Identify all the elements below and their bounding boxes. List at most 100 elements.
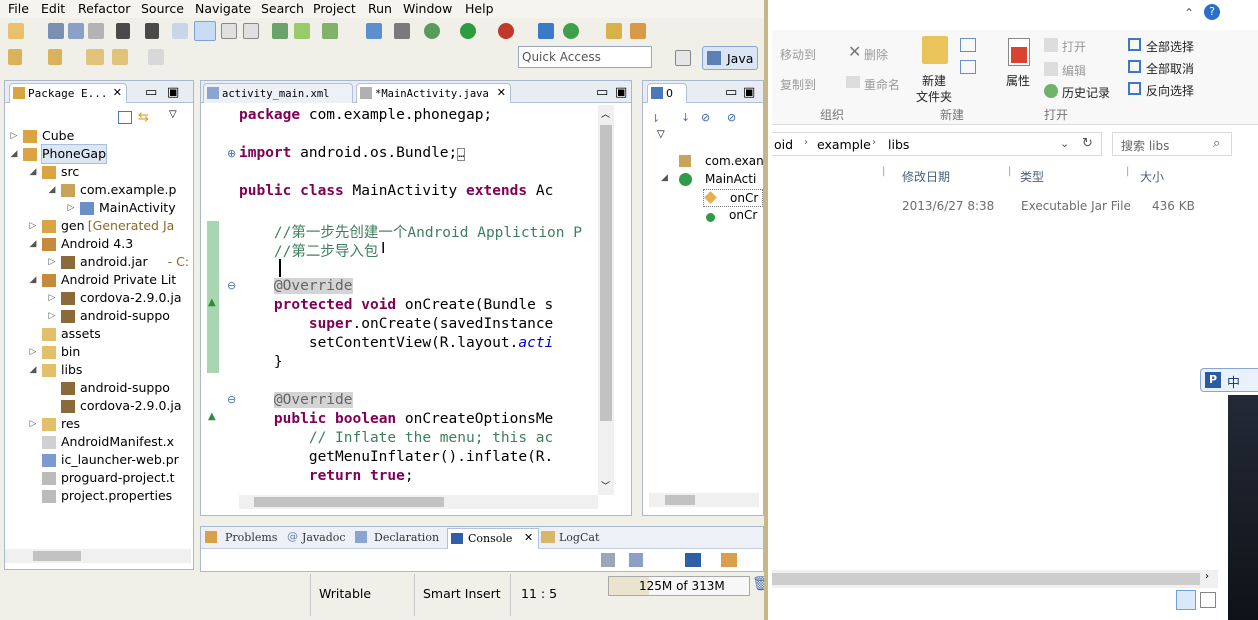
tree-item[interactable]: ◢ src <box>5 163 191 181</box>
outline-class[interactable]: MainActi <box>705 172 756 186</box>
tree-item[interactable]: ◢ com.example.p <box>5 181 191 199</box>
lint-icon[interactable] <box>322 23 338 39</box>
forward-icon[interactable] <box>148 49 164 65</box>
scroll-right-icon[interactable]: › <box>1205 571 1209 582</box>
hide-nonpublic-icon[interactable]: ⊘ <box>727 111 736 124</box>
expand-arrow-icon[interactable]: ▷ <box>9 127 19 145</box>
tree-item[interactable]: ▷ Cube <box>5 127 191 145</box>
tree-item[interactable]: ◢ Android Private Lit <box>5 271 191 289</box>
tree-item[interactable]: android-suppo <box>5 379 191 397</box>
code-line[interactable]: package com.example.phonegap; <box>239 107 492 126</box>
collapse-ribbon-icon[interactable]: ⌃ <box>1184 6 1194 20</box>
code-line[interactable]: } <box>239 354 283 373</box>
tab-main-activity-java[interactable]: *MainActivity.java ✕ <box>356 83 511 103</box>
editor-vscroll-thumb[interactable] <box>600 125 612 421</box>
details-view-icon[interactable] <box>1176 590 1196 610</box>
tree-item[interactable]: ▷ android.jar - C: <box>5 253 191 271</box>
maximize-icon[interactable]: ▣ <box>743 85 755 100</box>
menu-edit[interactable]: Edit <box>41 1 65 16</box>
menu-run[interactable]: Run <box>368 1 392 16</box>
hide-static-icon[interactable]: ⊘ <box>701 111 710 124</box>
move-to-button[interactable]: 移动到 <box>780 46 816 63</box>
close-icon[interactable]: ✕ <box>113 86 122 99</box>
tree-item[interactable]: proguard-project.t <box>5 469 191 487</box>
minimize-icon[interactable]: ▭ <box>596 85 608 100</box>
back-icon[interactable] <box>112 49 128 65</box>
breadcrumb-libs[interactable]: libs <box>888 137 909 152</box>
menu-file[interactable]: File <box>8 1 29 16</box>
mark-occurrences-icon[interactable] <box>194 21 216 41</box>
quick-access-input[interactable]: Quick Access <box>518 46 652 68</box>
java-perspective-button[interactable]: Java <box>702 46 758 70</box>
block-select-icon[interactable] <box>221 23 237 39</box>
large-icons-view-icon[interactable] <box>1200 592 1216 608</box>
open-perspective-icon[interactable] <box>675 50 691 66</box>
expand-arrow-icon[interactable]: ▷ <box>66 199 76 217</box>
link-with-editor-icon[interactable]: ⇆ <box>138 111 154 125</box>
expand-arrow-icon[interactable]: ▷ <box>28 415 38 433</box>
hide-fields-icon[interactable]: ⇂ <box>651 112 660 125</box>
tree-item[interactable]: ◢ Android 4.3 <box>5 235 191 253</box>
tree-item[interactable]: AndroidManifest.x <box>5 433 191 451</box>
column-date-modified[interactable]: 修改日期 <box>902 168 950 185</box>
tree-item[interactable]: ▷ MainActivity <box>5 199 191 217</box>
tree-item[interactable]: ▷ res <box>5 415 191 433</box>
code-line[interactable]: public class MainActivity extends Ac <box>239 183 553 202</box>
display-console-icon[interactable] <box>685 553 701 567</box>
package-hscroll[interactable] <box>5 549 191 563</box>
code-line[interactable]: getMenuInflater().inflate(R. <box>239 449 553 468</box>
scroll-down-icon[interactable]: ﹀ <box>601 479 610 492</box>
breadcrumb-example[interactable]: example <box>817 137 871 152</box>
code-line[interactable]: return true; <box>239 468 414 487</box>
menu-navigate[interactable]: Navigate <box>195 1 251 16</box>
tree-item[interactable]: ◢ PhoneGap <box>5 144 191 164</box>
external-tools-icon[interactable] <box>498 23 514 39</box>
expand-arrow-icon[interactable]: ▷ <box>28 343 38 361</box>
tab-javadoc[interactable]: Javadoc <box>302 531 346 544</box>
easy-access-icon[interactable] <box>960 60 976 74</box>
menu-help[interactable]: Help <box>465 1 494 16</box>
new-class-icon[interactable] <box>538 23 554 39</box>
new-folder-label-1[interactable]: 新建 <box>922 72 946 89</box>
new-android-project-icon[interactable] <box>366 23 382 39</box>
save-all-icon[interactable] <box>68 23 84 39</box>
code-line[interactable]: import android.os.Bundle;… <box>239 145 466 164</box>
address-bar[interactable]: oid › example › libs ⌄ ↻ <box>772 132 1102 156</box>
clear-console-icon[interactable] <box>601 553 615 567</box>
code-line[interactable]: setContentView(R.layout.acti <box>239 335 553 354</box>
collapse-arrow-icon[interactable]: ◢ <box>28 361 38 379</box>
invert-selection-button[interactable]: 反向选择 <box>1146 82 1194 99</box>
code-line[interactable] <box>239 259 274 278</box>
close-icon[interactable]: ✕ <box>524 531 533 544</box>
tree-item[interactable]: ▷ bin <box>5 343 191 361</box>
toggle-icon[interactable] <box>172 23 188 39</box>
select-none-button[interactable]: 全部取消 <box>1146 60 1194 77</box>
file-row[interactable]: 2013/6/27 8:38 Executable Jar File 436 K… <box>772 192 1222 220</box>
code-line[interactable]: //第一步先创建一个Android Appliction P <box>239 221 582 241</box>
maximize-icon[interactable]: ▣ <box>615 85 627 100</box>
tab-outline[interactable]: 0 <box>647 83 687 103</box>
next-annotation-icon[interactable] <box>8 49 22 65</box>
export-icon[interactable] <box>145 23 159 39</box>
editor-hscroll[interactable] <box>239 495 598 509</box>
tree-item[interactable]: project.properties <box>5 487 191 505</box>
tree-item[interactable]: ic_launcher-web.pr <box>5 451 191 469</box>
tab-activity-main-xml[interactable]: activity_main.xml <box>203 83 353 103</box>
tab-package-explorer[interactable]: Package E... ✕ <box>9 83 127 103</box>
editor-vscroll[interactable]: ︿ ﹀ <box>598 105 614 495</box>
breadcrumb-oid[interactable]: oid <box>774 137 793 152</box>
open-button[interactable]: 打开 <box>1062 38 1086 55</box>
column-type[interactable]: 类型 <box>1020 168 1044 185</box>
code-line[interactable]: @Override <box>239 392 353 411</box>
copy-to-button[interactable]: 复制到 <box>780 76 816 93</box>
properties-button[interactable]: 属性 <box>1006 72 1030 89</box>
sort-icon[interactable]: ↓ <box>681 111 690 124</box>
tree-item[interactable]: ▷ gen [Generated Ja <box>5 217 191 235</box>
refresh-icon[interactable]: ↻ <box>1082 136 1093 151</box>
collapse-all-icon[interactable] <box>118 111 132 124</box>
menu-search[interactable]: Search <box>261 1 304 16</box>
tab-declaration[interactable]: Declaration <box>374 531 439 544</box>
avd-manager-icon[interactable] <box>294 23 310 39</box>
search-pencil-icon[interactable] <box>630 23 646 39</box>
import-icon[interactable] <box>116 23 130 39</box>
